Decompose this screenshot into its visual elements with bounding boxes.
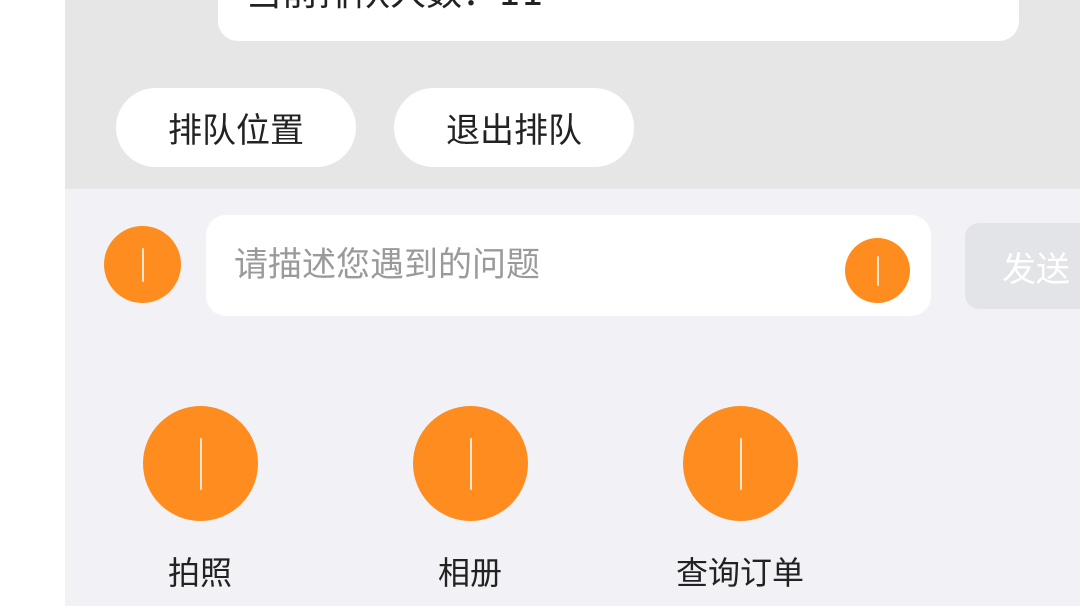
alert-icon bbox=[199, 437, 202, 490]
tool-label: 查询订单 bbox=[675, 554, 804, 592]
queue-count-text: 当前排队人数：11 bbox=[246, 0, 544, 14]
order-icon[interactable] bbox=[683, 406, 798, 521]
send-button[interactable]: 发送 bbox=[965, 223, 1080, 309]
tool-query-order[interactable]: 查询订单 bbox=[660, 406, 820, 606]
tool-album[interactable]: 相册 bbox=[390, 406, 550, 606]
tool-label: 拍照 bbox=[167, 554, 232, 592]
left-margin bbox=[0, 0, 65, 606]
exit-queue-button[interactable]: 退出排队 bbox=[394, 88, 634, 167]
voice-toggle-icon[interactable] bbox=[104, 226, 181, 303]
queue-position-button[interactable]: 排队位置 bbox=[116, 88, 356, 167]
message-input-box[interactable] bbox=[206, 215, 931, 316]
alert-icon bbox=[141, 247, 144, 282]
tool-label: 相册 bbox=[437, 554, 502, 592]
queue-status-card: 当前排队人数：11 bbox=[218, 0, 1019, 41]
alert-icon bbox=[739, 437, 742, 490]
message-input[interactable] bbox=[234, 240, 834, 290]
emoji-icon[interactable] bbox=[845, 238, 910, 303]
tool-take-photo[interactable]: 拍照 bbox=[120, 406, 280, 606]
camera-icon[interactable] bbox=[143, 406, 258, 521]
alert-icon bbox=[469, 437, 472, 490]
album-icon[interactable] bbox=[413, 406, 528, 521]
alert-icon bbox=[876, 255, 879, 286]
